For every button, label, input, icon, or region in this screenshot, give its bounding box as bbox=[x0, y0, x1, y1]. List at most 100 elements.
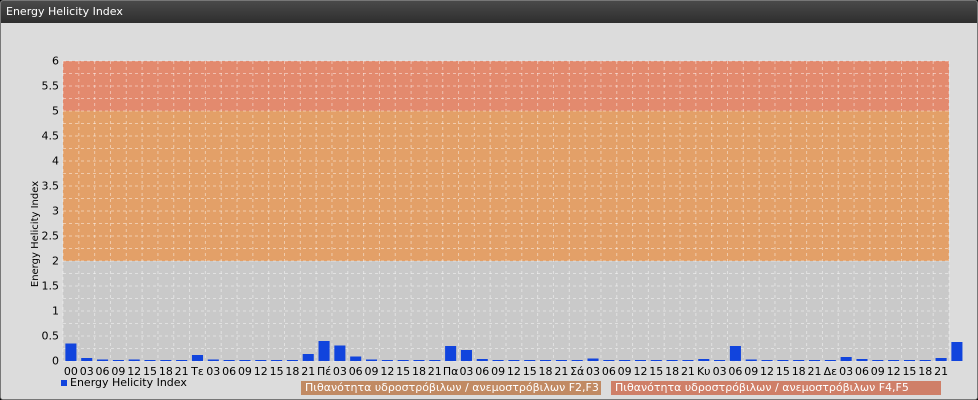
x-tick-label: 12 bbox=[507, 365, 521, 378]
x-tick-label: Δε bbox=[824, 365, 838, 378]
x-tick-label: 09 bbox=[618, 365, 632, 378]
x-tick-label: Πέ bbox=[317, 365, 331, 378]
bar bbox=[761, 360, 773, 361]
bar bbox=[840, 357, 852, 361]
bar bbox=[919, 360, 931, 361]
x-tick-label: 15 bbox=[902, 365, 916, 378]
bar bbox=[350, 356, 362, 361]
bar bbox=[777, 360, 789, 361]
x-tick-label: 03 bbox=[839, 365, 853, 378]
x-tick-label: 09 bbox=[491, 365, 505, 378]
bar bbox=[492, 360, 504, 361]
bar bbox=[698, 359, 710, 361]
bar bbox=[603, 360, 615, 361]
bar bbox=[508, 360, 520, 361]
legend-band-f4-f5[interactable]: Πιθανότητα υδροστρόβιλων / ανεμοστρόβιλω… bbox=[611, 381, 941, 395]
x-tick-label: 09 bbox=[744, 365, 758, 378]
bar bbox=[413, 360, 425, 361]
y-axis-label: Energy Helicity Index bbox=[30, 181, 41, 287]
x-tick-label: Τε bbox=[190, 365, 204, 378]
chart-window: Energy Helicity Index 0 0.5 1 1.5 2 2.5 3 3.5 4 4… bbox=[0, 0, 978, 400]
bar bbox=[571, 360, 583, 361]
x-tick-label: 06 bbox=[728, 365, 742, 378]
bar bbox=[745, 359, 757, 361]
bar bbox=[951, 342, 963, 361]
x-tick-label: 18 bbox=[539, 365, 553, 378]
x-tick-label: 12 bbox=[760, 365, 774, 378]
legend-series-label: Energy Helicity Index bbox=[70, 376, 187, 389]
bar bbox=[856, 359, 868, 361]
x-tick-label: 09 bbox=[365, 365, 379, 378]
chart-area: 0 0.5 1 1.5 2 2.5 3 3.5 4 4.5 5 5.5 6 00 03 06 09 12 15 18… bbox=[1, 23, 977, 399]
x-tick-label: 06 bbox=[349, 365, 363, 378]
legend-band-f2-f3-label: Πιθανότητα υδροστρόβιλων / ανεμοστρόβιλω… bbox=[305, 381, 599, 394]
bar bbox=[302, 354, 314, 361]
window-title: Energy Helicity Index bbox=[1, 1, 977, 23]
x-tick-label: Σά bbox=[570, 365, 584, 378]
x-tick-label: 06 bbox=[855, 365, 869, 378]
bar bbox=[650, 360, 662, 361]
x-tick-label: 15 bbox=[396, 365, 410, 378]
bar bbox=[271, 360, 283, 361]
bar bbox=[808, 360, 821, 361]
y-tick-label: 5.5 bbox=[42, 80, 60, 93]
x-tick-label: 03 bbox=[206, 365, 220, 378]
y-tick-label: 2.5 bbox=[42, 230, 60, 243]
x-tick-label: 12 bbox=[633, 365, 647, 378]
bar bbox=[286, 360, 298, 361]
x-tick-label: 09 bbox=[871, 365, 885, 378]
bar bbox=[714, 360, 726, 361]
x-tick-label: 12 bbox=[887, 365, 901, 378]
bar bbox=[540, 360, 552, 361]
bar bbox=[587, 358, 599, 361]
x-tick-label: 06 bbox=[222, 365, 236, 378]
bar bbox=[381, 360, 393, 361]
bar bbox=[824, 360, 836, 361]
x-tick-label: 18 bbox=[792, 365, 806, 378]
x-tick-label: 15 bbox=[776, 365, 790, 378]
bar bbox=[666, 360, 678, 361]
bar bbox=[634, 360, 647, 361]
x-axis-ticks: 00 03 06 09 12 15 18 21 Τε 03 06 09 12 15 18 21 Πέ 03 06 09… bbox=[64, 365, 948, 378]
bar bbox=[682, 360, 694, 361]
bar bbox=[445, 346, 457, 361]
bar bbox=[176, 360, 188, 361]
legend-series[interactable]: Energy Helicity Index bbox=[61, 376, 187, 389]
x-tick-label: 21 bbox=[301, 365, 315, 378]
x-tick-label: 03 bbox=[333, 365, 347, 378]
x-tick-label: 21 bbox=[934, 365, 948, 378]
y-tick-label: 1 bbox=[52, 305, 59, 318]
bar bbox=[160, 360, 172, 361]
x-tick-label: 12 bbox=[254, 365, 268, 378]
bar bbox=[191, 355, 204, 361]
bar bbox=[144, 360, 156, 361]
bar bbox=[65, 343, 77, 361]
bar bbox=[365, 359, 378, 361]
bar bbox=[112, 360, 124, 361]
x-tick-label: 06 bbox=[602, 365, 616, 378]
x-tick-label: 03 bbox=[713, 365, 727, 378]
y-tick-label: 4 bbox=[52, 155, 59, 168]
y-tick-label: 3.5 bbox=[42, 180, 60, 193]
bar bbox=[872, 360, 884, 361]
x-tick-label: 03 bbox=[586, 365, 600, 378]
bar bbox=[619, 360, 631, 361]
bar bbox=[524, 360, 536, 361]
y-tick-label: 5 bbox=[52, 105, 59, 118]
y-tick-label: 3 bbox=[52, 205, 59, 218]
x-tick-label: 21 bbox=[428, 365, 442, 378]
x-tick-label: 06 bbox=[475, 365, 489, 378]
x-tick-label: 21 bbox=[554, 365, 568, 378]
y-axis-ticks: 0 0.5 1 1.5 2 2.5 3 3.5 4 4.5 5 5.5 6 bbox=[42, 55, 60, 368]
x-tick-label: 15 bbox=[649, 365, 663, 378]
x-tick-label: 12 bbox=[380, 365, 394, 378]
x-tick-label: 18 bbox=[412, 365, 426, 378]
x-tick-label: 18 bbox=[665, 365, 679, 378]
x-tick-label: Πα bbox=[443, 365, 459, 378]
legend-band-f2-f3[interactable]: Πιθανότητα υδροστρόβιλων / ανεμοστρόβιλω… bbox=[301, 381, 601, 395]
legend-band-f4-f5-label: Πιθανότητα υδροστρόβιλων / ανεμοστρόβιλω… bbox=[615, 381, 909, 394]
x-tick-label: 18 bbox=[918, 365, 932, 378]
bar bbox=[318, 341, 330, 361]
bar bbox=[239, 360, 251, 361]
bar bbox=[128, 359, 140, 361]
